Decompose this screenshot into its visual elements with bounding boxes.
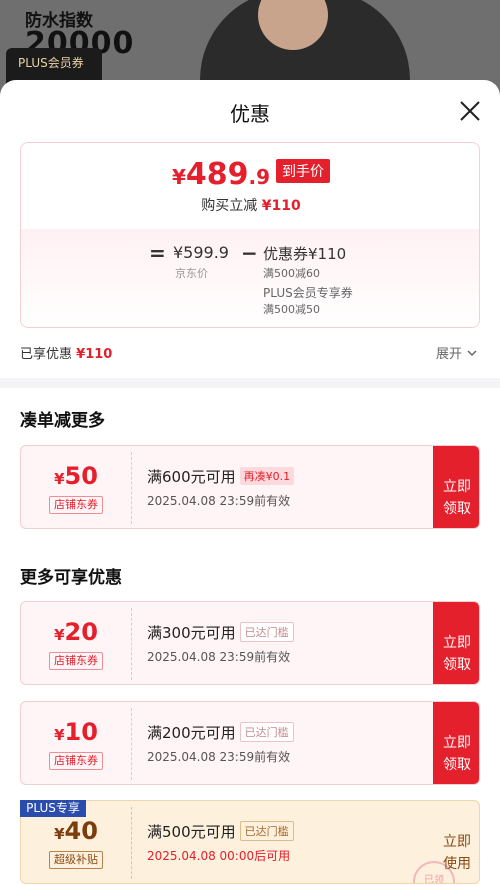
coupon-currency: ¥ xyxy=(54,626,65,644)
coupon-amount: ¥20 xyxy=(21,618,131,646)
coupon-condition-text: 满500元可用 xyxy=(147,823,236,841)
coupon-separator xyxy=(131,608,132,680)
price-tag: 到手价 xyxy=(276,159,331,183)
saving-label: 购买立减 xyxy=(201,198,258,214)
original-price: ¥599.9 xyxy=(173,243,229,262)
coupon-type: 店铺东券 xyxy=(49,752,103,770)
claim-coupon-button[interactable]: 立即 领取 xyxy=(433,602,479,684)
coupon-card: ¥20 店铺东券 满300元可用 已达门槛 2025.04.08 23:59前有效… xyxy=(20,601,480,685)
more-offers-heading: 更多可享优惠 xyxy=(20,568,122,588)
coupon-type: 店铺东券 xyxy=(49,652,103,670)
coupon-card: ¥10 店铺东券 满200元可用 已达门槛 2025.04.08 23:59前有效… xyxy=(20,701,480,785)
coupon-condition: 满500元可用 已达门槛 xyxy=(147,821,294,842)
close-icon[interactable] xyxy=(455,96,485,126)
plus-coupon-banner-label: PLUS会员券 xyxy=(18,56,84,70)
coupon-validity: 2025.04.08 23:59前有效 xyxy=(147,750,291,764)
coupon-badge: 已达门槛 xyxy=(239,622,294,642)
price-currency: ¥ xyxy=(171,165,186,189)
coupon-condition-text: 满200元可用 xyxy=(147,724,236,742)
coupon-condition: 满600元可用 再凑¥0.1 xyxy=(147,466,295,487)
coupon-condition: 满300元可用 已达门槛 xyxy=(147,622,294,643)
coupon-detail: PLUS会员专享券 xyxy=(263,286,353,300)
stack-order-heading: 凑单减更多 xyxy=(20,411,105,431)
coupon-currency: ¥ xyxy=(54,726,65,744)
coupon-detail: 满500减60 xyxy=(263,267,320,280)
coupon-separator xyxy=(131,708,132,780)
coupon-detail: 满500减50 xyxy=(263,303,320,316)
coupon-validity: 2025.04.08 23:59前有效 xyxy=(147,650,291,664)
final-price-row: ¥489.9 到手价 xyxy=(21,157,479,192)
plus-exclusive-badge: PLUS专享 xyxy=(20,800,86,817)
enjoyed-amount: ¥110 xyxy=(76,347,113,362)
coupon-condition: 满200元可用 已达门槛 xyxy=(147,722,294,743)
instant-saving: 购买立减 ¥110 xyxy=(21,195,479,215)
coupon-amount: ¥40 xyxy=(21,817,131,845)
claim-coupon-button[interactable]: 立即 领取 xyxy=(433,702,479,784)
minus-sign: − xyxy=(241,241,258,265)
expand-label: 展开 xyxy=(436,347,463,362)
coupon-condition-text: 满300元可用 xyxy=(147,624,236,642)
coupon-amount: ¥10 xyxy=(21,718,131,746)
coupon-condition-text: 满600元可用 xyxy=(147,468,236,486)
plus-coupon-card: ¥40 超级补贴 满500元可用 已达门槛 2025.04.08 00:00后可用… xyxy=(20,800,480,884)
enjoyed-discount: 已享优惠 ¥110 xyxy=(20,343,112,362)
coupon-type: 店铺东券 xyxy=(49,496,103,514)
coupon-badge: 已达门槛 xyxy=(239,821,294,841)
coupon-validity: 2025.04.08 23:59前有效 xyxy=(147,494,291,508)
coupon-value: 10 xyxy=(64,718,98,746)
coupon-currency: ¥ xyxy=(54,825,65,843)
expand-button[interactable]: 展开 xyxy=(436,343,478,362)
price-summary-card: ¥489.9 到手价 购买立减 ¥110 = ¥599.9 京东价 − 优惠券¥1… xyxy=(20,142,480,328)
price-integer: 489 xyxy=(185,157,249,192)
coupon-amount: ¥50 xyxy=(21,462,131,490)
coupon-separator xyxy=(131,807,132,879)
enjoyed-label: 已享优惠 xyxy=(20,347,73,362)
coupon-total: 优惠券¥110 xyxy=(263,245,347,263)
equals-sign: = xyxy=(149,241,166,265)
use-coupon-button[interactable]: 立即 使用 xyxy=(433,801,479,883)
coupon-badge: 再凑¥0.1 xyxy=(239,467,295,485)
section-divider xyxy=(0,378,500,388)
coupon-badge: 已达门槛 xyxy=(239,722,294,742)
coupon-card: ¥50 店铺东券 满600元可用 再凑¥0.1 2025.04.08 23:59前… xyxy=(20,445,480,529)
price-decimal: .9 xyxy=(248,165,271,189)
original-price-label: 京东价 xyxy=(175,267,208,280)
coupon-value: 20 xyxy=(64,618,98,646)
chevron-down-icon xyxy=(467,350,477,357)
claim-coupon-button[interactable]: 立即 领取 xyxy=(433,446,479,528)
coupon-validity: 2025.04.08 00:00后可用 xyxy=(147,849,291,863)
coupon-type: 超级补贴 xyxy=(49,851,103,869)
coupon-value: 40 xyxy=(64,817,98,845)
discount-sheet: 优惠 ¥489.9 到手价 购买立减 ¥110 = ¥599.9 京东价 − 优惠… xyxy=(0,80,500,885)
final-price: ¥489.9 xyxy=(172,157,270,192)
coupon-separator xyxy=(131,452,132,524)
coupon-value: 50 xyxy=(64,462,98,490)
sheet-title: 优惠 xyxy=(230,102,270,126)
coupon-currency: ¥ xyxy=(54,470,65,488)
saving-amount: ¥110 xyxy=(261,198,301,214)
